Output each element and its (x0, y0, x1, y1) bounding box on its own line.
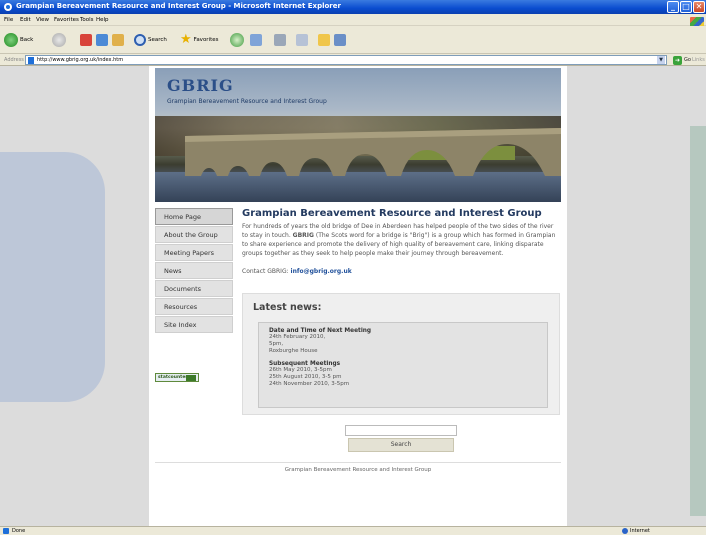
contact-label: Contact GBRIG: (242, 268, 291, 275)
page-status-icon (3, 528, 9, 534)
bridge-image (185, 128, 561, 176)
menu-view[interactable]: View (36, 17, 49, 23)
intro-paragraph: For hundreds of years the old bridge of … (242, 222, 560, 258)
messenger-button[interactable] (334, 32, 346, 48)
forward-button[interactable] (52, 32, 66, 48)
menu-bar: File Edit View Favorites Tools Help (0, 14, 706, 27)
address-url: http://www.gbrig.org.uk/index.htm (37, 57, 124, 63)
next-meeting-time: 5pm, (269, 341, 284, 347)
site-search-button[interactable]: Search (348, 438, 454, 452)
history-icon (230, 33, 244, 47)
forward-arrow-icon (52, 33, 66, 47)
folder-icon (318, 34, 330, 46)
stop-icon (80, 34, 92, 46)
print-button[interactable] (274, 32, 286, 48)
site-search-input[interactable] (345, 425, 457, 436)
favorites-toolbar-button[interactable]: ★ Favorites (180, 32, 219, 48)
home-button[interactable] (112, 32, 124, 48)
refresh-icon (96, 34, 108, 46)
browser-viewport: GBRIG Grampian Bereavement Resource and … (0, 66, 706, 526)
address-label: Address (4, 57, 24, 63)
address-bar: Address http://www.gbrig.org.uk/index.ht… (0, 54, 706, 66)
favorites-star-icon: ★ (180, 32, 192, 47)
window-title-bar[interactable]: Grampian Bereavement Resource and Intere… (0, 0, 706, 14)
print-icon (274, 34, 286, 46)
refresh-button[interactable] (96, 32, 108, 48)
background-decoration-right (690, 126, 706, 516)
subsequent-meeting-2: 25th August 2010, 3-5 pm (269, 374, 342, 380)
nav-item-documents[interactable]: Documents (155, 280, 233, 297)
nav-item-news[interactable]: News (155, 262, 233, 279)
nav-item-site-index[interactable]: Site Index (155, 316, 233, 333)
home-icon (112, 34, 124, 46)
address-dropdown-icon[interactable]: ▼ (657, 56, 665, 64)
status-bar: Done Internet (0, 526, 706, 535)
window-title: Grampian Bereavement Resource and Intere… (16, 2, 341, 10)
nav-item-home-page[interactable]: Home Page (155, 208, 233, 225)
page-container: GBRIG Grampian Bereavement Resource and … (149, 66, 567, 526)
site-logo[interactable]: GBRIG (167, 76, 234, 95)
statcounter-graph-icon (186, 375, 196, 381)
nav-item-about-the-group[interactable]: About the Group (155, 226, 233, 243)
messenger-icon (334, 34, 346, 46)
go-button[interactable]: ➜ Go (671, 55, 691, 65)
menu-file[interactable]: File (4, 17, 13, 23)
internet-explorer-icon (4, 3, 12, 11)
statcounter-label: statcounter (158, 375, 188, 380)
go-arrow-icon: ➜ (673, 55, 682, 65)
go-label: Go (684, 57, 691, 63)
intro-bold-gbrig: GBRIG (292, 232, 314, 239)
links-label[interactable]: Links (692, 57, 705, 63)
contact-email-link[interactable]: info@gbrig.org.uk (291, 268, 352, 275)
next-meeting-date: 24th February 2010, (269, 334, 326, 340)
page-heading: Grampian Bereavement Resource and Intere… (242, 208, 542, 219)
minimize-button[interactable]: _ (667, 1, 679, 13)
close-button[interactable]: ✕ (693, 1, 705, 13)
back-arrow-icon (4, 33, 18, 47)
folder-button[interactable] (318, 32, 330, 48)
mail-button[interactable] (250, 32, 262, 48)
background-decoration (0, 152, 105, 402)
nav-item-resources[interactable]: Resources (155, 298, 233, 315)
footer-divider (155, 462, 561, 463)
edit-button[interactable] (296, 32, 308, 48)
site-footer: Grampian Bereavement Resource and Intere… (284, 467, 432, 473)
favorites-toolbar-label: Favorites (193, 37, 219, 43)
latest-news-heading: Latest news: (253, 302, 322, 313)
back-button[interactable]: Back (4, 32, 33, 48)
browser-toolbar: Back Search ★ Favorites (0, 26, 706, 54)
news-items-box: Date and Time of Next Meeting 24th Febru… (258, 322, 548, 408)
back-label: Back (20, 37, 34, 43)
maximize-button[interactable]: □ (680, 1, 692, 13)
nav-item-meeting-papers[interactable]: Meeting Papers (155, 244, 233, 261)
latest-news-panel: Latest news: Date and Time of Next Meeti… (242, 293, 560, 415)
mail-icon (250, 34, 262, 46)
page-icon (28, 57, 34, 64)
next-meeting-venue: Roxburghe House (269, 348, 318, 354)
menu-tools[interactable]: Tools (80, 17, 94, 23)
status-text: Done (12, 528, 26, 534)
stop-button[interactable] (80, 32, 92, 48)
main-content: Grampian Bereavement Resource and Intere… (242, 208, 560, 275)
sidebar-navigation: Home Page About the Group Meeting Papers… (155, 208, 233, 334)
security-zone-label: Internet (630, 528, 650, 534)
internet-zone-icon (622, 528, 628, 534)
edit-page-icon (296, 34, 308, 46)
site-tagline: Grampian Bereavement Resource and Intere… (167, 98, 327, 105)
statcounter-badge[interactable]: statcounter (155, 373, 199, 382)
menu-help[interactable]: Help (96, 17, 109, 23)
search-toolbar-button[interactable]: Search (134, 32, 167, 48)
search-toolbar-label: Search (148, 37, 167, 43)
menu-edit[interactable]: Edit (20, 17, 31, 23)
history-button[interactable] (230, 32, 244, 48)
subsequent-meeting-3: 24th November 2010, 3-5pm (269, 381, 350, 387)
subsequent-meeting-1: 26th May 2010, 3-5pm (269, 367, 332, 373)
contact-line: Contact GBRIG: info@gbrig.org.uk (242, 268, 560, 275)
menu-favorites[interactable]: Favorites (54, 17, 79, 23)
magnifier-icon (134, 34, 146, 46)
site-header-banner: GBRIG Grampian Bereavement Resource and … (155, 68, 561, 202)
address-input[interactable]: http://www.gbrig.org.uk/index.htm ▼ (25, 55, 667, 65)
